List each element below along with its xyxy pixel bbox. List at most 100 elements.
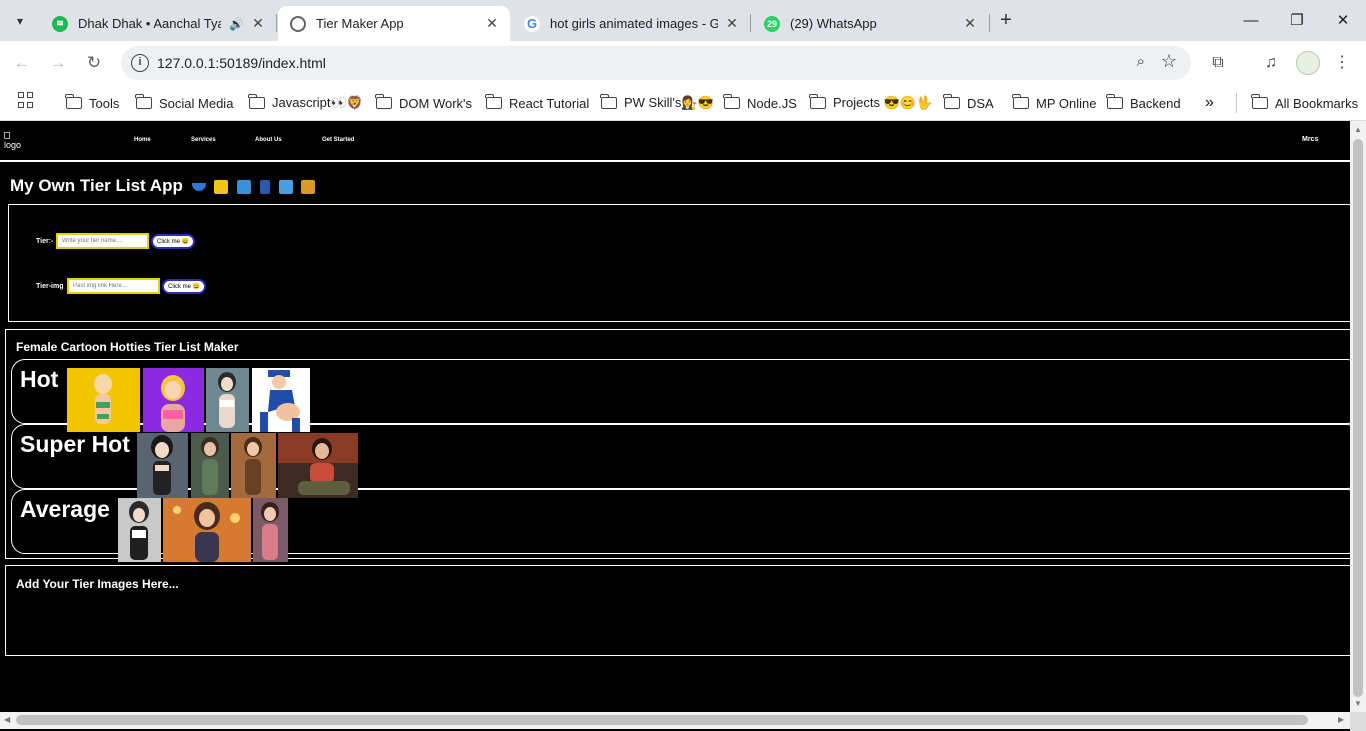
folder-icon	[1106, 94, 1123, 109]
tier-name-input[interactable]	[56, 233, 149, 249]
folder-icon	[248, 94, 265, 109]
bookmark-javascript[interactable]: Javascript👀🦁	[248, 92, 363, 114]
folder-icon	[375, 94, 392, 109]
bookmark-dom-works[interactable]: DOM Work's	[375, 92, 472, 114]
add-tier-button[interactable]: Click me 😀	[151, 234, 196, 249]
nav-home[interactable]: Home	[134, 137, 151, 143]
more-bookmarks-icon[interactable]: »	[1205, 92, 1214, 114]
tier-image[interactable]	[137, 433, 188, 498]
tier-img-input[interactable]	[67, 278, 160, 294]
bookmark-nodejs[interactable]: Node.JS	[723, 92, 797, 114]
site-info-icon[interactable]: i	[131, 54, 149, 72]
bookmark-label: MP Online	[1036, 95, 1097, 111]
media-controls-icon[interactable]: ♫	[1259, 51, 1283, 75]
close-icon[interactable]: ✕	[250, 15, 266, 32]
minimize-icon[interactable]: —	[1228, 0, 1274, 40]
bookmark-react-tutorial[interactable]: React Tutorial	[485, 92, 590, 114]
tier-image[interactable]	[143, 368, 204, 432]
nav-user[interactable]: Mrcs	[1302, 136, 1318, 143]
tier-list-heading: Female Cartoon Hotties Tier List Maker	[16, 340, 239, 354]
new-tab-icon[interactable]: +	[994, 8, 1018, 32]
bookmark-label: Node.JS	[747, 95, 797, 111]
url-text[interactable]: 127.0.0.1:50189/index.html	[157, 55, 326, 71]
tab-title: hot girls animated images - Go	[550, 16, 718, 31]
scrollbar-thumb[interactable]	[1353, 139, 1363, 697]
tier-image[interactable]	[191, 433, 229, 498]
tab-search-icon[interactable]: ▾	[8, 9, 32, 33]
nav-get-started[interactable]: Get Started	[322, 137, 354, 143]
all-bookmarks[interactable]: All Bookmarks	[1251, 92, 1358, 114]
folder-icon	[1251, 94, 1268, 109]
bookmark-label: React Tutorial	[509, 95, 590, 111]
avatar[interactable]	[1296, 51, 1320, 75]
nav-services[interactable]: Services	[191, 137, 216, 143]
page-title: My Own Tier List App	[10, 176, 316, 196]
bookmark-mp-online[interactable]: MP Online	[1012, 92, 1097, 114]
whatsapp-icon: 29	[764, 15, 780, 32]
bookmark-projects[interactable]: Projects 😎😊🖖	[809, 92, 933, 114]
bookmark-label: Projects 😎😊🖖	[833, 95, 933, 110]
tier-img-label: Tier-img	[36, 283, 64, 290]
bookmark-dsa[interactable]: DSA	[943, 92, 994, 114]
apps-icon[interactable]	[18, 92, 34, 108]
tab-music[interactable]: ≋ Dhak Dhak • Aanchal Tyagi, 🔊 ✕	[40, 6, 276, 41]
tier-image[interactable]	[278, 433, 358, 498]
close-icon[interactable]: ✕	[962, 15, 978, 32]
extensions-icon[interactable]: ⧉	[1206, 51, 1230, 75]
speaker-icon[interactable]: 🔊	[229, 17, 244, 31]
tab-divider	[276, 14, 277, 32]
tier-image[interactable]	[231, 433, 276, 498]
bookmark-star-icon[interactable]: ☆	[1161, 51, 1177, 72]
address-bar[interactable]: i 127.0.0.1:50189/index.html ⌕ ☆	[121, 46, 1191, 80]
scrollbar-corner	[1350, 712, 1366, 731]
back-icon[interactable]: ←	[10, 51, 34, 75]
tab-whatsapp[interactable]: 29 (29) WhatsApp ✕	[752, 6, 988, 41]
page-title-text: My Own Tier List App	[10, 176, 183, 195]
tab-tier-maker[interactable]: Tier Maker App ✕	[278, 6, 510, 41]
close-icon[interactable]: ✕	[724, 15, 740, 32]
logo-alt-text: logo	[4, 140, 22, 150]
shopping-bags-icon	[278, 179, 293, 194]
image-pool-section[interactable]: Add Your Tier Images Here...	[5, 565, 1350, 656]
bookmark-label: Javascript👀🦁	[272, 95, 363, 110]
forward-icon[interactable]: →	[46, 51, 70, 75]
reload-icon[interactable]: ↻	[82, 51, 106, 75]
scrollbar-thumb[interactable]	[16, 715, 1308, 725]
bookmark-label: PW Skill's👩‍⚖️😎	[624, 95, 714, 110]
bookmark-label: Social Media	[159, 95, 234, 111]
add-img-button[interactable]: Click me 😀	[162, 279, 207, 294]
nav-about-us[interactable]: About Us	[255, 137, 282, 143]
tier-image[interactable]	[252, 368, 310, 432]
bookmark-social-media[interactable]: Social Media	[135, 92, 234, 114]
scroll-left-icon[interactable]: ◀	[4, 715, 10, 724]
bookmark-label: Tools	[89, 95, 120, 111]
menu-icon[interactable]: ⋮	[1330, 51, 1354, 75]
tab-strip: ▾ ≋ Dhak Dhak • Aanchal Tyagi, 🔊 ✕ Tier …	[0, 0, 1366, 41]
logo[interactable]: logo	[4, 132, 22, 150]
browser-toolbar: ← → ↻ i 127.0.0.1:50189/index.html ⌕ ☆ ⧉…	[0, 41, 1366, 85]
close-window-icon[interactable]: ✕	[1320, 0, 1366, 40]
bookmark-backend[interactable]: Backend	[1106, 92, 1181, 114]
zoom-icon[interactable]: ⌕	[1137, 53, 1145, 70]
tier-image[interactable]	[253, 498, 288, 562]
tier-image[interactable]	[67, 368, 140, 432]
scroll-up-icon[interactable]: ▲	[1354, 125, 1362, 134]
vertical-scrollbar[interactable]: ▲ ▼	[1350, 121, 1366, 712]
bookmark-tools[interactable]: Tools	[65, 92, 120, 114]
bookmark-pw-skills[interactable]: PW Skill's👩‍⚖️😎	[600, 92, 714, 114]
tier-image[interactable]	[118, 498, 161, 562]
tier-image[interactable]	[163, 498, 251, 562]
tier-image[interactable]	[206, 368, 249, 432]
bookmark-divider	[1236, 93, 1237, 113]
scroll-down-icon[interactable]: ▼	[1354, 699, 1362, 708]
scroll-right-icon[interactable]: ▶	[1338, 715, 1344, 724]
tier-name: Average	[20, 496, 110, 522]
spotify-icon: ≋	[52, 15, 68, 32]
site-navbar: logo Home Services About Us Get Started …	[0, 121, 1350, 162]
horizontal-scrollbar[interactable]: ◀ ▶	[0, 712, 1350, 729]
folder-icon	[65, 94, 82, 109]
tier-name: Hot	[20, 366, 59, 392]
restore-icon[interactable]: ❐	[1274, 0, 1320, 40]
tab-google-search[interactable]: G hot girls animated images - Go ✕	[512, 6, 750, 41]
close-icon[interactable]: ✕	[484, 15, 500, 32]
